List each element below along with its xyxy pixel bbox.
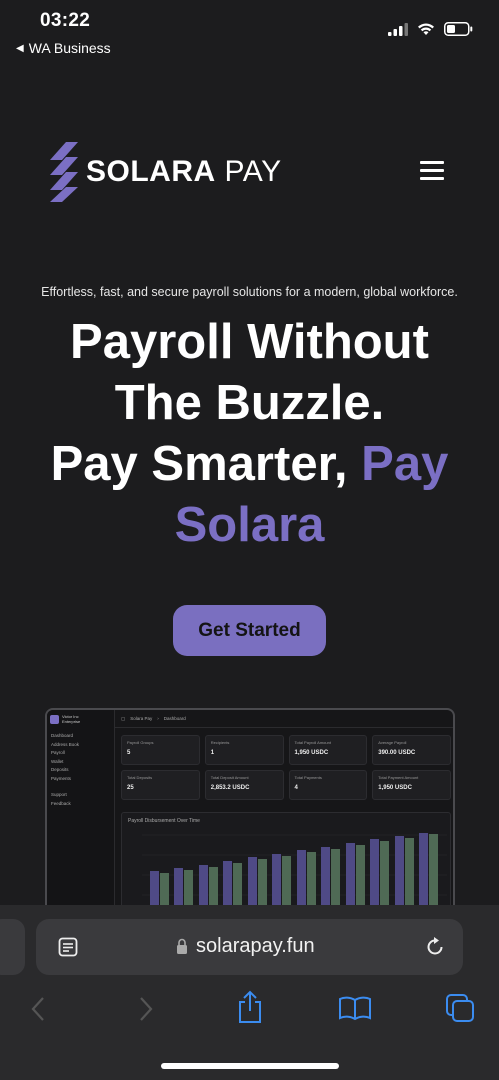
url-text[interactable]: solarapay.fun [196, 935, 315, 958]
back-to-app-link[interactable]: ◀ WA Business [16, 40, 111, 56]
stat-value: 1,950 USDC [378, 785, 412, 791]
tabs-icon[interactable] [445, 993, 475, 1023]
stat-title: Recipients [210, 740, 230, 745]
breadcrumb-current: Dashboard [163, 716, 186, 721]
previous-tab-preview[interactable] [0, 919, 25, 975]
get-started-button[interactable]: Get Started [173, 605, 326, 656]
org-avatar [50, 714, 59, 724]
logo-mark-icon [50, 142, 78, 202]
stat-title: Payroll Groups [127, 740, 154, 745]
nav-item: Address Book [51, 741, 80, 747]
stat-title: Total Payroll Amount [294, 740, 331, 745]
stat-value: 4 [294, 785, 298, 791]
dashboard-preview: Victor Inc Enterprise Dashboard Address … [45, 708, 455, 928]
wifi-icon [418, 23, 434, 35]
hero-line-3-accent: Pay [361, 437, 449, 491]
stat-card: Total Deposit Amount 2,853.2 USDC [204, 770, 284, 800]
status-icons [388, 22, 473, 36]
logo-wordmark: SOLARA PAY [86, 155, 282, 189]
nav-item: Feedback [51, 800, 71, 806]
stat-title: Average Payroll [378, 740, 407, 745]
stat-card: Total Payroll Amount 1,950 USDC [288, 735, 368, 765]
org-sub: Enterprise [62, 719, 81, 724]
nav-item: Payments [51, 775, 72, 781]
stat-title: Total Deposit Amount [210, 775, 249, 780]
nav-item: Deposits [51, 767, 69, 772]
hero-line-4: Solara [174, 498, 325, 552]
preview-sidebar: Victor Inc Enterprise Dashboard Address … [47, 710, 115, 926]
stat-title: Total Payment Amount [378, 775, 419, 780]
stat-card: Total Payments 4 [288, 770, 368, 800]
home-indicator [161, 1063, 339, 1069]
back-arrow-icon: ◀ [16, 42, 24, 54]
stat-value: 1,950 USDC [294, 750, 329, 756]
back-icon[interactable] [30, 996, 46, 1022]
preview-stat-cards: Payroll Groups 5 Recipients 1 Total Payrol… [121, 735, 451, 800]
nav-item: Support [51, 792, 67, 797]
stat-card: Total Deposits 25 [121, 770, 200, 800]
logo-bold-text: SOLARA [86, 155, 216, 188]
stat-title: Total Payments [294, 775, 322, 780]
preview-org: Victor Inc Enterprise [47, 710, 114, 728]
stat-title: Total Deposits [127, 775, 153, 780]
hero-tagline: Effortless, fast, and secure payroll sol… [41, 285, 458, 299]
lock-icon [177, 938, 187, 954]
preview-breadcrumb: ▢ Solara Pay › Dashboard [115, 710, 453, 728]
hero-heading: Payroll Without The Buzzle. Pay Smarter,… [0, 312, 499, 556]
stat-card: Total Payment Amount 1,950 USDC [372, 770, 451, 800]
reload-icon[interactable] [424, 936, 446, 958]
hero-line-2: The Buzzle. [114, 376, 385, 430]
signal-icon [388, 22, 408, 36]
reader-icon[interactable] [58, 937, 78, 957]
stat-value: 390.00 USDC [378, 750, 416, 756]
stat-value: 5 [127, 750, 131, 756]
hamburger-menu-icon[interactable] [420, 161, 444, 183]
back-app-label: WA Business [28, 40, 111, 56]
logo-light-text: PAY [215, 155, 282, 188]
stat-card: Recipients 1 [204, 735, 284, 765]
stat-value: 25 [127, 785, 134, 791]
solara-pay-logo[interactable]: SOLARA PAY [50, 140, 282, 204]
status-time: 03:22 [40, 10, 91, 31]
sidebar-toggle-icon: ▢ [121, 715, 126, 721]
breadcrumb-root: Solara Pay [130, 716, 153, 721]
hero-line-1: Payroll Without [70, 315, 429, 369]
nav-item: Payroll [51, 750, 65, 755]
hero-line-3: Pay Smarter, Pay [0, 434, 499, 495]
forward-icon[interactable] [138, 996, 154, 1022]
stat-value: 2,853.2 USDC [210, 785, 250, 791]
stat-value: 1 [210, 750, 215, 756]
hero-line-3-plain: Pay Smarter, [50, 437, 362, 491]
nav-item: Wallet [51, 758, 64, 764]
stat-card: Payroll Groups 5 [121, 735, 200, 765]
bookmarks-icon[interactable] [338, 995, 372, 1021]
preview-nav: Dashboard Address Book Payroll Wallet De… [47, 728, 114, 808]
share-icon[interactable] [236, 990, 264, 1024]
stat-card: Average Payroll 390.00 USDC [372, 735, 451, 765]
nav-item: Dashboard [51, 733, 74, 738]
battery-icon [444, 22, 473, 36]
